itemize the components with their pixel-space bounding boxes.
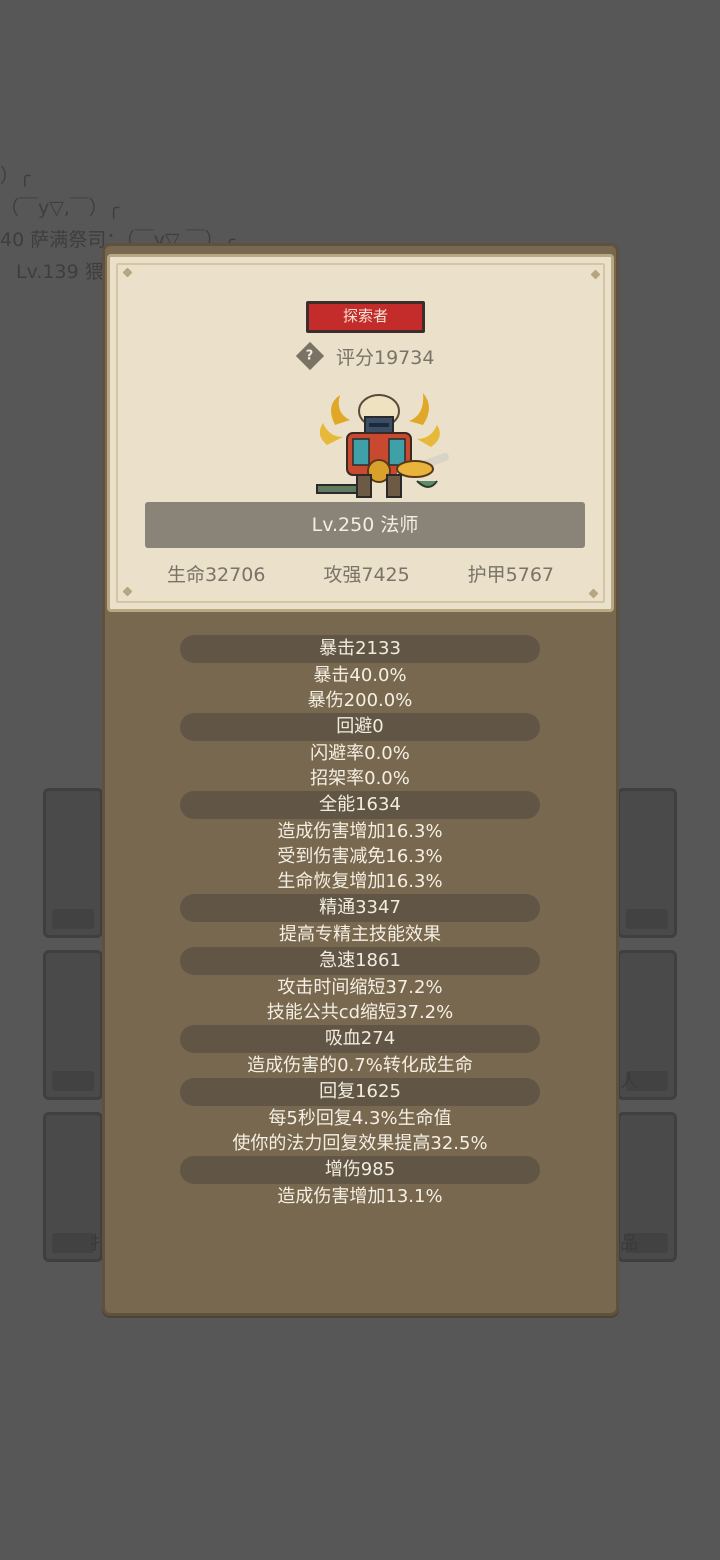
attr-line: 闪避率0.0%: [310, 743, 410, 764]
attr-line: 攻击时间缩短37.2%: [277, 977, 443, 998]
attribute-list: 暴击2133 暴击40.0% 暴伤200.0% 回避0 闪避率0.0% 招架率0…: [180, 635, 540, 1209]
attr-header-versatility: 全能1634: [180, 791, 540, 819]
tile-label: 人: [620, 1071, 638, 1092]
stat-hp: 生命32706: [166, 564, 266, 586]
attr-line: 提高专精主技能效果: [279, 924, 441, 945]
attr-line: 技能公共cd缩短37.2%: [266, 1002, 454, 1023]
background-tile: [43, 950, 103, 1100]
attr-line: 每5秒回复4.3%生命值: [268, 1108, 452, 1129]
attr-line: 使你的法力回复效果提高32.5%: [232, 1133, 488, 1154]
attr-line: 受到伤害减免16.3%: [277, 846, 443, 867]
score-row: ? 评分19734: [295, 341, 435, 371]
background-tile: 人: [617, 950, 677, 1100]
background-tile: 品: [617, 1112, 677, 1262]
score-label: 评分19734: [336, 346, 435, 369]
attr-header-haste: 急速1861: [180, 947, 540, 975]
attr-header-lifesteal: 吸血274: [180, 1025, 540, 1053]
attr-header-mastery: 精通3347: [180, 894, 540, 922]
stat-attack-power: 攻强7425: [323, 564, 410, 586]
background-tile: 扌: [43, 1112, 108, 1262]
chat-line: （￣y▽,￣）╭: [0, 197, 120, 219]
attr-line: 招架率0.0%: [310, 768, 410, 789]
attr-line: 暴击40.0%: [313, 665, 407, 686]
hero-detail-modal: 探索者 ? 评分19734 Lv.250 法师 生命32706 攻强7425 护…: [102, 243, 619, 1316]
chat-line: ）╭: [0, 165, 31, 187]
attr-line: 造成伤害增加16.3%: [277, 821, 443, 842]
attr-header-avoidance: 回避0: [180, 713, 540, 741]
attr-line: 造成伤害增加13.1%: [277, 1186, 443, 1207]
background-tile: [617, 788, 677, 938]
attr-line: 生命恢复增加16.3%: [277, 871, 443, 892]
attr-header-regen: 回复1625: [180, 1078, 540, 1106]
background-tile: [43, 788, 103, 938]
hero-title-badge: 探索者: [306, 301, 425, 333]
hero-sprite: [316, 393, 449, 498]
tile-label: 品: [620, 1233, 638, 1254]
attr-line: 暴伤200.0%: [307, 690, 413, 711]
attr-header-damage-bonus: 增伤985: [180, 1156, 540, 1184]
stat-armor: 护甲5767: [467, 564, 555, 586]
hero-stats-row: 生命32706 攻强7425 护甲5767: [110, 560, 611, 587]
help-icon[interactable]: ?: [295, 341, 325, 371]
hero-card: 探索者 ? 评分19734 Lv.250 法师 生命32706 攻强7425 护…: [107, 254, 614, 612]
attr-line: 造成伤害的0.7%转化成生命: [247, 1055, 473, 1076]
attr-header-crit: 暴击2133: [180, 635, 540, 663]
level-class-banner: Lv.250 法师: [145, 502, 585, 548]
